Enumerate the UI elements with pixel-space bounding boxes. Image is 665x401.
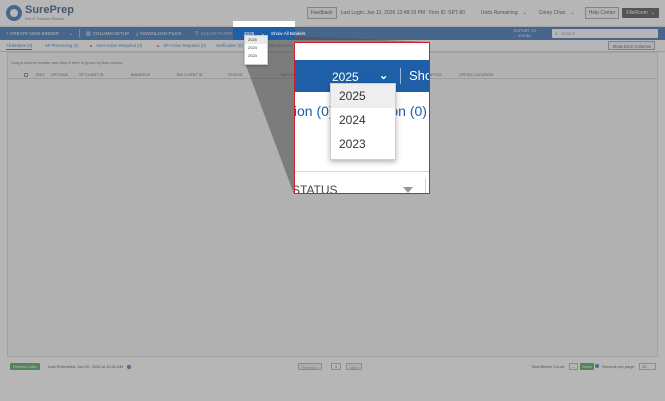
show-all-binders-select[interactable]: Show All Binders	[271, 31, 305, 36]
year-option-2025[interactable]: 2025	[245, 36, 267, 44]
zoom-year-option-2025[interactable]: 2025	[331, 84, 395, 108]
year-option-2024[interactable]: 2024	[245, 44, 267, 52]
zoom-year-option-2024[interactable]: 2024	[331, 108, 395, 132]
year-option-2023[interactable]: 2023	[245, 52, 267, 60]
app-window: SurePrep Part of Thomson Reuters Feedbac…	[0, 0, 665, 401]
zoom-column-edge	[425, 178, 426, 193]
zoom-year-option-2023[interactable]: 2023	[331, 132, 395, 156]
zoom-toolbar-divider	[400, 68, 401, 84]
zoom-divider-line	[295, 171, 429, 172]
zoom-status-header: STATUS	[294, 183, 338, 194]
zoom-year-dropdown-menu: 2025 2024 2023	[330, 83, 396, 160]
zoom-show-text: Sho	[409, 68, 430, 83]
zoom-callout: 2025 ⌄ Sho tion (0) Verification (0) Pre…	[294, 42, 430, 194]
year-dropdown-menu: 2025 2024 2023	[244, 35, 268, 65]
zoom-year-select[interactable]: 2025	[332, 70, 359, 84]
filter-triangle-icon	[403, 187, 413, 193]
chevron-down-icon: ⌄	[379, 70, 389, 82]
